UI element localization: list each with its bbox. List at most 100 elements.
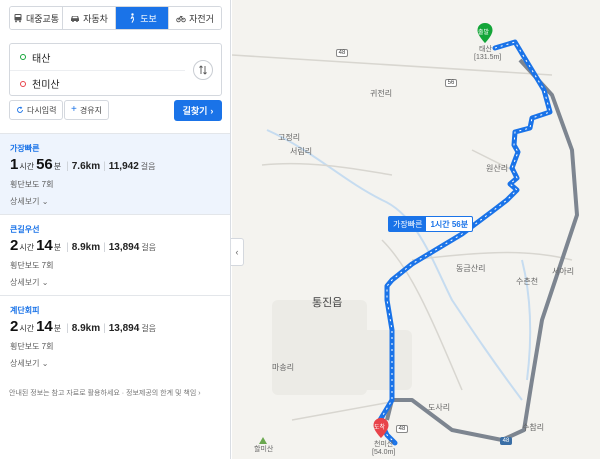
- result-minutes: 14: [36, 318, 53, 335]
- result-label: 가장빠른: [10, 144, 40, 153]
- result-hours-unit: 시간: [19, 324, 35, 333]
- swap-icon: [199, 65, 207, 75]
- bus-icon: [14, 14, 22, 23]
- origin-field[interactable]: 태산: [10, 44, 185, 70]
- tab-walk[interactable]: 도보: [116, 7, 169, 29]
- road-number-badge: 48: [396, 425, 408, 433]
- divider: |: [66, 323, 69, 334]
- swap-button[interactable]: [193, 60, 213, 80]
- result-summary: 1 시간 56 분 | 7.6km | 11,942 걸음: [10, 156, 156, 173]
- tab-bicycle[interactable]: 자전거: [169, 7, 221, 29]
- start-pin-tag: 출발: [478, 30, 490, 36]
- mountain-icon: [259, 437, 267, 444]
- disclaimer-note[interactable]: 안내된 정보는 참고 자료로 활용하세요 · 정보제공의 한계 및 책임 ›: [9, 388, 224, 398]
- result-summary: 2 시간 14 분 | 8.9km | 13,894 걸음: [10, 318, 156, 335]
- result-detail-link[interactable]: 상세보기 ⌄: [10, 277, 48, 288]
- tab-car-label: 자동차: [83, 13, 108, 24]
- route-options: 다시입력 + 경유지 길찾기 ›: [9, 100, 222, 122]
- place-label: 귀전리: [370, 89, 393, 98]
- chevron-down-icon: ⌄: [41, 278, 49, 287]
- divider: |: [66, 161, 69, 172]
- place-label: 서아리: [552, 267, 575, 276]
- reset-button[interactable]: 다시입력: [9, 100, 64, 120]
- place-label: 마송리: [272, 363, 295, 372]
- road-number-badge: 48: [500, 437, 512, 445]
- walk-icon: [130, 13, 135, 23]
- destination-field[interactable]: 천미산: [10, 70, 185, 96]
- end-peak-name: 천미산: [374, 441, 394, 448]
- result-label: 큰길우선: [10, 225, 40, 234]
- chevron-left-icon: ‹: [235, 247, 239, 257]
- tab-transit-label: 대중교통: [25, 13, 60, 24]
- road-number-badge: 48: [336, 49, 348, 57]
- result-distance: 8.9km: [71, 242, 101, 253]
- result-hours: 2: [10, 318, 19, 335]
- result-steps-unit: 걸음: [141, 243, 157, 252]
- result-steps-unit: 걸음: [140, 162, 156, 171]
- waypoint-label: 경유지: [79, 105, 102, 115]
- chevron-right-icon: ›: [198, 390, 201, 397]
- divider: |: [103, 323, 106, 334]
- add-waypoint-button[interactable]: + 경유지: [64, 100, 109, 120]
- map-view[interactable]: 48 56 48 48 귀전리 고정리 서림리 원산리 동금산리 수촌천 서아리…: [232, 0, 600, 459]
- result-steps: 11,942: [108, 161, 139, 172]
- detail-label: 상세보기: [10, 359, 40, 368]
- end-peak-elevation: [54.0m]: [372, 449, 396, 456]
- transport-mode-tabs: 대중교통 자동차 도보 자전거: [9, 6, 222, 30]
- tab-transit[interactable]: 대중교통: [10, 7, 63, 29]
- origin-value: 태산: [32, 53, 51, 65]
- car-icon: [71, 16, 80, 22]
- search-route-button[interactable]: 길찾기 ›: [174, 100, 222, 121]
- place-label: 동금산리: [456, 264, 486, 273]
- result-hours-unit: 시간: [19, 243, 35, 252]
- peak-name: 할미산: [254, 446, 274, 453]
- town-label: 통진읍: [312, 297, 343, 309]
- route-time-bubble[interactable]: 가장빠른 1시간 56분: [388, 216, 474, 232]
- tab-walk-label: 도보: [140, 13, 157, 24]
- route-result-fastest[interactable]: 가장빠른 1 시간 56 분 | 7.6km | 11,942 걸음 횡단보도 …: [0, 133, 230, 214]
- result-detail-link[interactable]: 상세보기 ⌄: [10, 196, 48, 207]
- result-minutes: 56: [36, 156, 53, 173]
- tab-bicycle-label: 자전거: [189, 13, 214, 24]
- place-label: 서림리: [290, 147, 313, 156]
- result-hours: 2: [10, 237, 19, 254]
- result-crosswalk-count: 횡단보도 7회: [10, 261, 54, 270]
- disclaimer-text: 안내된 정보는 참고 자료로 활용하세요 · 정보제공의 한계 및 책임: [9, 390, 197, 397]
- tab-car[interactable]: 자동차: [63, 7, 116, 29]
- search-label: 길찾기: [182, 106, 208, 116]
- main-road: [385, 58, 579, 442]
- divider: |: [103, 242, 106, 253]
- detail-label: 상세보기: [10, 197, 40, 206]
- result-minutes-unit: 분: [53, 324, 62, 333]
- route-result-avoid-stairs[interactable]: 계단회피 2 시간 14 분 | 8.9km | 13,894 걸음 횡단보도 …: [0, 295, 230, 376]
- result-crosswalk-count: 횡단보도 7회: [10, 342, 54, 351]
- chevron-down-icon: ⌄: [41, 359, 49, 368]
- result-minutes-unit: 분: [53, 243, 62, 252]
- place-label: 수참리: [522, 423, 545, 432]
- place-label: 고정리: [278, 133, 301, 142]
- start-peak-name: 태산: [479, 46, 492, 53]
- result-hours: 1: [10, 156, 19, 173]
- place-label: 수촌천: [516, 277, 539, 286]
- result-minutes-unit: 분: [53, 162, 62, 171]
- refresh-icon: [17, 106, 23, 113]
- result-distance: 7.6km: [71, 161, 101, 172]
- result-label: 계단회피: [10, 306, 40, 315]
- detail-label: 상세보기: [10, 278, 40, 287]
- divider: |: [103, 161, 106, 172]
- road-number-badge: 56: [445, 79, 457, 87]
- end-pin-tag: 도착: [374, 425, 386, 431]
- plus-icon: +: [71, 104, 77, 115]
- route-input-box: 태산 천미산: [9, 43, 222, 96]
- reset-label: 다시입력: [27, 105, 57, 115]
- result-distance: 8.9km: [71, 323, 101, 334]
- result-detail-link[interactable]: 상세보기 ⌄: [10, 358, 48, 369]
- chevron-right-icon: ›: [210, 105, 214, 116]
- collapse-panel-button[interactable]: ‹: [231, 238, 244, 266]
- place-label: 원산리: [486, 164, 509, 173]
- result-steps: 13,894: [108, 242, 140, 253]
- result-hours-unit: 시간: [19, 162, 35, 171]
- route-result-main-road[interactable]: 큰길우선 2 시간 14 분 | 8.9km | 13,894 걸음 횡단보도 …: [0, 214, 230, 295]
- origin-dot-icon: [20, 54, 26, 60]
- bubble-time: 1시간 56분: [430, 219, 469, 229]
